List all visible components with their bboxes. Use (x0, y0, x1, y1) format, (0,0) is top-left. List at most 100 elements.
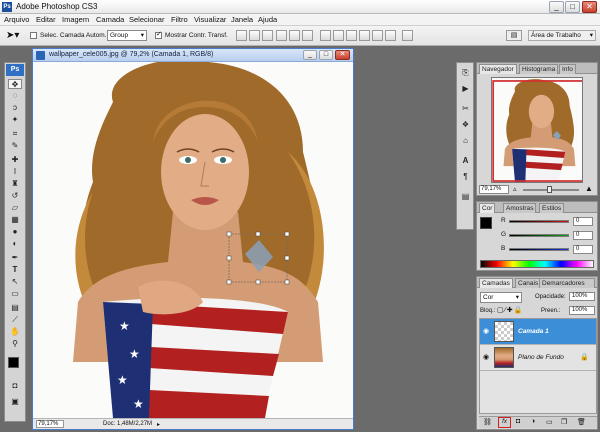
channel-g-value[interactable]: 0 (573, 231, 593, 240)
zoom-in-icon[interactable]: ▲ (585, 184, 593, 193)
distribute-left-icon[interactable] (359, 30, 370, 41)
auto-align-icon[interactable] (402, 30, 413, 41)
menu-item-visualizar[interactable]: Visualizar (194, 15, 226, 24)
menu-item-editar[interactable]: Editar (36, 15, 56, 24)
document-title-bar[interactable]: wallpaper_cele005.jpg @ 79,2% (Camada 1,… (33, 49, 353, 62)
eraser-tool-icon[interactable]: ▱ (8, 203, 22, 213)
channel-b-value[interactable]: 0 (573, 245, 593, 254)
navigator-zoom-field[interactable]: 79,17% (479, 185, 509, 194)
foreground-color-swatch[interactable] (8, 357, 19, 368)
trash-icon[interactable]: 🗑 (577, 418, 586, 426)
tab-navegador[interactable]: Navegador (479, 64, 517, 74)
eyedropper-sample-tool-icon[interactable]: ⟋ (8, 315, 22, 325)
blur-tool-icon[interactable]: ● (8, 227, 22, 237)
magic-wand-tool-icon[interactable]: ✦ (8, 115, 22, 125)
quick-mask-icon[interactable]: ◘ (8, 381, 22, 391)
auto-select-checkbox[interactable] (30, 32, 37, 39)
align-bottom-icon[interactable] (262, 30, 273, 41)
lock-options-icon[interactable]: ▢⁄✚🔒 (497, 306, 523, 314)
close-button[interactable]: ✕ (582, 1, 597, 13)
menu-item-arquivo[interactable]: Arquivo (4, 15, 29, 24)
navigator-thumbnail[interactable] (491, 77, 583, 183)
layer-name[interactable]: Camada 1 (518, 328, 549, 335)
distribute-top-icon[interactable] (320, 30, 331, 41)
tab-canais[interactable]: Canais (515, 278, 542, 288)
doc-maximize-button[interactable]: □ (319, 50, 333, 60)
align-hcenter-icon[interactable] (289, 30, 300, 41)
pen-tool-icon[interactable]: ✒ (8, 253, 22, 263)
menu-item-selecionar[interactable]: Selecionar (129, 15, 164, 24)
auto-select-dropdown[interactable]: Group ▾ (107, 30, 147, 41)
navigator-zoom-handle[interactable] (547, 186, 552, 193)
tab-camadas[interactable]: Camadas (479, 278, 513, 288)
minimize-button[interactable]: _ (549, 1, 564, 13)
history-panel-icon[interactable]: ⎘ (459, 67, 472, 79)
status-menu-arrow-icon[interactable]: ▸ (157, 421, 160, 428)
brush-tool-icon[interactable]: ⅼ (8, 167, 22, 177)
image-canvas[interactable]: ★ ★ ★ ★ (33, 62, 353, 418)
history-brush-tool-icon[interactable]: ↺ (8, 191, 22, 201)
marquee-tool-icon[interactable]: ◌ (8, 91, 22, 101)
tab-histograma[interactable]: Histograma (519, 64, 559, 74)
menu-item-filtro[interactable]: Filtro (171, 15, 188, 24)
layer-name[interactable]: Plano de Fundo (518, 354, 564, 361)
notes-tool-icon[interactable]: ▤ (8, 303, 22, 313)
align-top-icon[interactable] (236, 30, 247, 41)
fill-field[interactable]: 100% (569, 306, 595, 315)
doc-minimize-button[interactable]: _ (303, 50, 317, 60)
tab-amostras[interactable]: Amostras (503, 203, 537, 213)
menu-item-imagem[interactable]: Imagem (62, 15, 89, 24)
visibility-eye-icon[interactable]: ◉ (483, 327, 489, 335)
zoom-tool-icon[interactable]: ⚲ (8, 339, 22, 349)
channel-r-value[interactable]: 0 (573, 217, 593, 226)
clone-stamp-tool-icon[interactable]: ♜ (8, 179, 22, 189)
channel-b-slider[interactable] (509, 248, 569, 251)
actions-panel-icon[interactable]: ▶ (459, 83, 472, 95)
show-transform-checkbox[interactable]: ✓ (155, 31, 162, 39)
eyedropper-tool-icon[interactable]: ✎ (8, 141, 22, 151)
channel-g-slider[interactable] (509, 234, 569, 237)
paragraph-panel-icon[interactable]: ¶ (459, 171, 472, 183)
lasso-tool-icon[interactable]: ↄ (8, 103, 22, 113)
color-spectrum-bar[interactable] (480, 260, 594, 268)
menu-item-camada[interactable]: Camada (96, 15, 124, 24)
channel-r-slider[interactable] (509, 220, 569, 223)
distribute-hcenter-icon[interactable] (372, 30, 383, 41)
tool-presets-icon[interactable]: ✂ (459, 103, 472, 115)
new-group-icon[interactable]: ▭ (546, 418, 553, 426)
hand-tool-icon[interactable]: ✋ (8, 327, 22, 337)
tab-demarcadores[interactable]: Demarcadores (539, 278, 595, 288)
character-panel-icon[interactable]: A (459, 155, 472, 167)
distribute-bottom-icon[interactable] (346, 30, 357, 41)
align-left-icon[interactable] (276, 30, 287, 41)
crop-tool-icon[interactable]: ⌗ (8, 129, 22, 139)
layer-style-fx-icon[interactable]: fx (498, 417, 511, 428)
dodge-tool-icon[interactable]: ◐ (8, 239, 22, 249)
color-foreground-swatch[interactable] (480, 217, 492, 229)
distribute-vcenter-icon[interactable] (333, 30, 344, 41)
workspace-dropdown[interactable]: Área de Trabalho ▾ (528, 30, 596, 41)
opacity-field[interactable]: 100% (569, 292, 595, 301)
type-tool-icon[interactable]: T (8, 265, 22, 275)
blend-mode-dropdown[interactable]: Cor ▾ (480, 292, 522, 303)
move-tool-preset-icon[interactable]: ➤▾ (6, 30, 19, 42)
workspace-menu-icon[interactable]: ▤ (506, 30, 522, 41)
zoom-out-icon[interactable]: ▵ (513, 185, 517, 193)
layer-row-plano-de-fundo[interactable]: ◉ Plano de Fundo 🔒 (480, 345, 596, 371)
new-layer-icon[interactable]: ❐ (561, 418, 567, 426)
align-right-icon[interactable] (302, 30, 313, 41)
path-selection-tool-icon[interactable]: ↖ (8, 277, 22, 287)
move-tool-icon[interactable]: ✥ (8, 79, 22, 89)
shape-tool-icon[interactable]: ▭ (8, 289, 22, 299)
visibility-eye-icon[interactable]: ◉ (483, 353, 489, 361)
adjustment-layer-icon[interactable]: ◑ (531, 418, 535, 425)
zoom-field[interactable]: 79,17% (36, 420, 64, 428)
doc-close-button[interactable]: ✕ (335, 50, 350, 60)
distribute-right-icon[interactable] (385, 30, 396, 41)
clone-source-icon[interactable]: ⌂ (459, 135, 472, 147)
link-layers-icon[interactable]: ⛓ (483, 418, 492, 426)
align-vcenter-icon[interactable] (249, 30, 260, 41)
gradient-tool-icon[interactable]: ▦ (8, 215, 22, 225)
menu-item-ajuda[interactable]: Ajuda (258, 15, 277, 24)
tab-estilos[interactable]: Estilos (539, 203, 565, 213)
